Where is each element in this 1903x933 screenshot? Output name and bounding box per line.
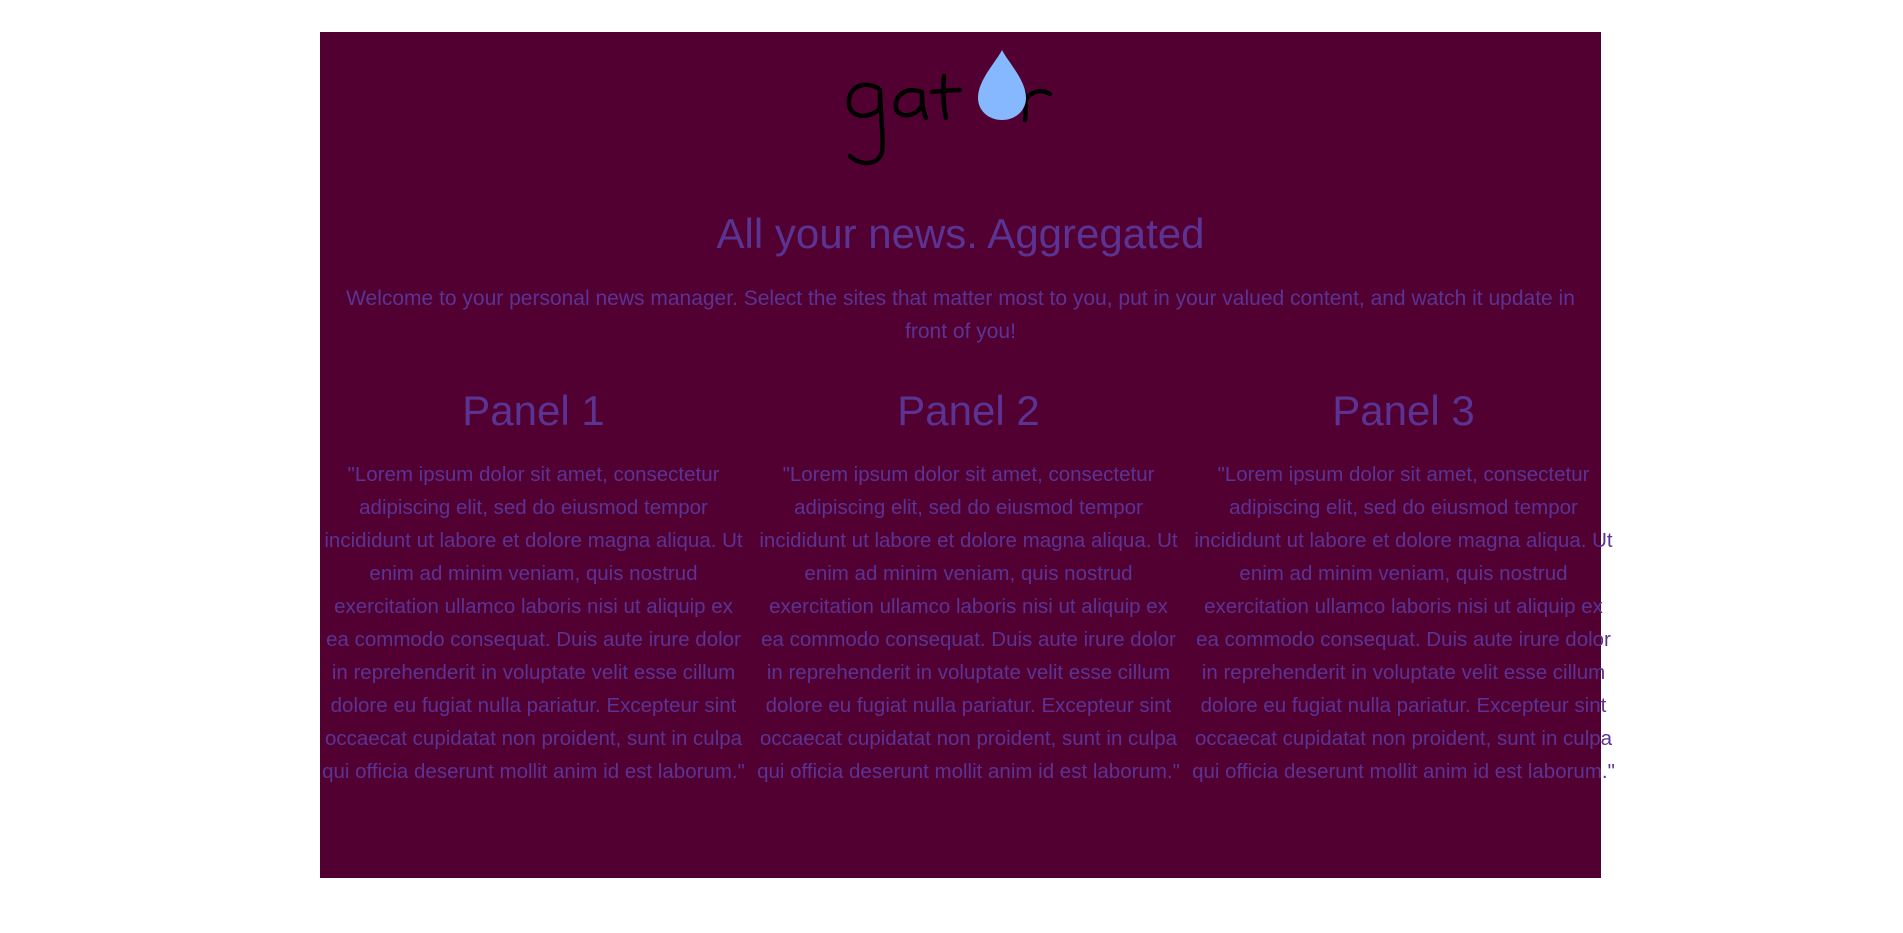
main-container: All your news. Aggregated Welcome to you… — [320, 32, 1615, 878]
panel-body: "Lorem ipsum dolor sit amet, consectetur… — [757, 463, 1180, 783]
panel-body: "Lorem ipsum dolor sit amet, consectetur… — [1192, 463, 1615, 783]
gator-logo — [846, 50, 1053, 166]
panel-body: "Lorem ipsum dolor sit amet, consectetur… — [322, 463, 745, 783]
panel-2: Panel 2 "Lorem ipsum dolor sit amet, con… — [755, 384, 1182, 788]
intro-text: Welcome to your personal news manager. S… — [346, 287, 1575, 343]
panel-title: Panel 2 — [897, 387, 1040, 434]
page-headline: All your news. Aggregated — [716, 210, 1205, 257]
panel-title: Panel 1 — [462, 387, 605, 434]
drop-icon — [978, 50, 1026, 120]
panel-3: Panel 3 "Lorem ipsum dolor sit amet, con… — [1190, 384, 1617, 788]
panel-title: Panel 3 — [1332, 387, 1475, 434]
panel-1: Panel 1 "Lorem ipsum dolor sit amet, con… — [320, 384, 747, 788]
